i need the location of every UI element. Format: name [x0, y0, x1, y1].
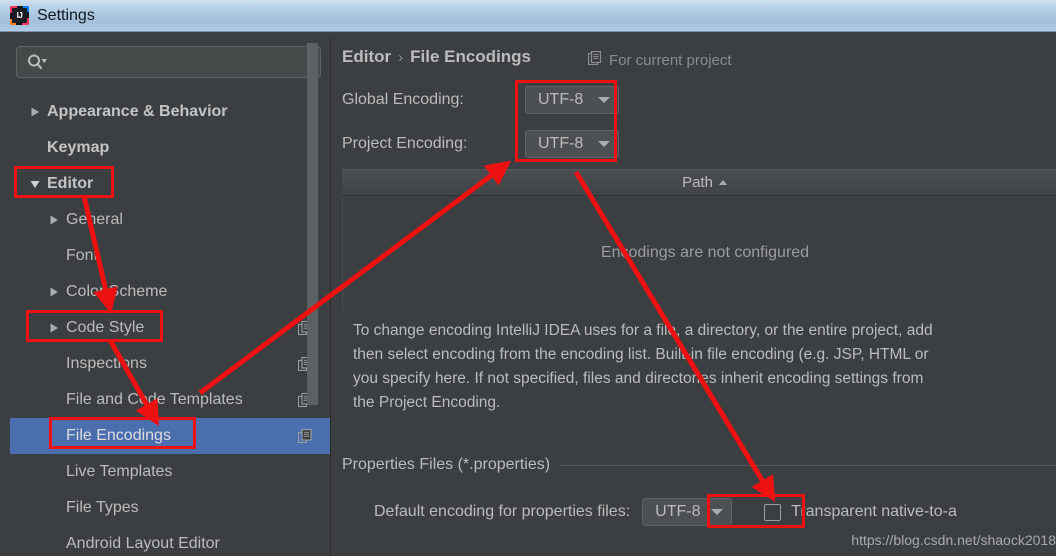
sidebar-item-android-layout-editor[interactable]: Android Layout Editor	[10, 526, 330, 556]
global-encoding-label: Global Encoding:	[342, 91, 464, 108]
table-body[interactable]: Encodings are not configured	[342, 196, 1056, 310]
sidebar-item-code-style[interactable]: Code Style	[10, 310, 330, 346]
search-icon	[26, 53, 48, 71]
table-header-row: Path	[342, 170, 1056, 196]
intellij-idea-icon: IJ	[10, 6, 29, 25]
sidebar-scrollbar-track[interactable]	[307, 38, 324, 500]
sidebar-item-font[interactable]: Font	[10, 238, 330, 274]
sidebar-item-keymap[interactable]: Keymap	[10, 130, 330, 166]
properties-encoding-value: UTF-8	[655, 503, 701, 520]
sidebar-item-editor[interactable]: Editor	[10, 166, 330, 202]
settings-window: IJ Settings Appearance & Behavior Keymap E…	[0, 0, 1056, 556]
properties-group-title: Properties Files (*.properties)	[342, 456, 551, 473]
sidebar-item-label: File Types	[66, 499, 139, 516]
properties-encoding-label: Default encoding for properties files:	[374, 503, 631, 520]
empty-state-message: Encodings are not configured	[600, 244, 810, 261]
for-current-project-label: For current project	[609, 52, 732, 69]
sidebar-item-label: Keymap	[47, 139, 110, 156]
global-encoding-dropdown[interactable]: UTF-8	[525, 86, 619, 114]
description-line-3: you specify here. If not specified, file…	[353, 370, 924, 387]
settings-sidebar: Appearance & Behavior Keymap Editor General…	[10, 38, 330, 556]
breadcrumb-parent[interactable]: Editor	[342, 47, 391, 67]
sidebar-item-live-templates[interactable]: Live Templates	[10, 454, 330, 490]
sidebar-item-file-and-code-templates[interactable]: File and Code Templates	[10, 382, 330, 418]
sidebar-item-label: Inspections	[66, 355, 147, 372]
sidebar-item-label: Editor	[47, 175, 94, 192]
sort-ascending-icon	[718, 180, 727, 185]
project-encoding-label: Project Encoding:	[342, 135, 468, 152]
global-encoding-row: Global Encoding: UTF-8	[342, 86, 619, 114]
sidebar-item-inspections[interactable]: Inspections	[10, 346, 330, 382]
description-line-4: the Project Encoding.	[353, 394, 501, 411]
copy-scope-icon	[587, 50, 602, 70]
sidebar-item-file-encodings[interactable]: File Encodings	[10, 418, 330, 454]
copy-scope-icon	[297, 428, 312, 444]
properties-encoding-dropdown[interactable]: UTF-8	[642, 498, 733, 526]
search-field[interactable]	[16, 46, 321, 78]
window-title-bar: IJ Settings	[0, 0, 1056, 32]
sidebar-item-file-types[interactable]: File Types	[10, 490, 330, 526]
sidebar-item-label: Font	[66, 247, 99, 264]
description-line-2: then select encoding from the encoding l…	[353, 346, 929, 363]
chevron-down-icon	[711, 509, 724, 515]
sidebar-item-label: Appearance & Behavior	[47, 103, 228, 120]
transparent-native-checkbox-label: Transparent native-to-a	[791, 503, 957, 520]
properties-group-separator: Properties Files (*.properties)	[342, 456, 1056, 474]
search-input[interactable]	[48, 53, 302, 71]
chevron-right-icon[interactable]	[28, 105, 42, 119]
sidebar-item-color-scheme[interactable]: Color Scheme	[10, 274, 330, 310]
properties-encoding-row: Default encoding for properties files: U…	[374, 498, 957, 526]
breadcrumb: Editor › File Encodings	[342, 47, 531, 67]
sidebar-item-label: File Encodings	[66, 427, 171, 444]
breadcrumb-separator: ›	[398, 48, 404, 66]
group-divider-line	[560, 464, 1056, 466]
sidebar-item-label: Android Layout Editor	[66, 535, 220, 552]
app-icon-text: IJ	[12, 8, 27, 23]
sidebar-scrollbar-thumb[interactable]	[307, 43, 318, 405]
project-encoding-value: UTF-8	[538, 135, 584, 152]
transparent-native-checkbox[interactable]	[764, 503, 782, 521]
sidebar-item-label: Live Templates	[66, 463, 173, 480]
settings-tree: Appearance & Behavior Keymap Editor General…	[10, 94, 330, 556]
breadcrumb-current: File Encodings	[410, 47, 532, 66]
chevron-down-icon	[598, 141, 610, 147]
chevron-down-icon	[598, 97, 610, 103]
sidebar-item-label: General	[66, 211, 123, 228]
chevron-right-icon[interactable]	[47, 321, 61, 335]
sidebar-item-label: Code Style	[66, 319, 145, 336]
sidebar-item-label: Color Scheme	[66, 283, 168, 300]
project-encoding-dropdown[interactable]: UTF-8	[525, 130, 619, 158]
for-current-project[interactable]: For current project	[587, 50, 732, 70]
window-title: Settings	[37, 6, 95, 24]
encodings-table: Path Encodings are not configured	[342, 169, 1056, 310]
chevron-right-icon[interactable]	[47, 285, 61, 299]
sidebar-item-general[interactable]: General	[10, 202, 330, 238]
description-line-1: To change encoding IntelliJ IDEA uses fo…	[353, 322, 933, 339]
watermark-url: https://blog.csdn.net/shaock2018	[851, 532, 1056, 548]
description-text: To change encoding IntelliJ IDEA uses fo…	[353, 319, 1056, 415]
sidebar-item-label: File and Code Templates	[66, 391, 243, 408]
file-encodings-panel: Editor › File Encodings For current proj…	[331, 38, 1056, 556]
chevron-right-icon[interactable]	[47, 213, 61, 227]
project-encoding-row: Project Encoding: UTF-8	[342, 130, 619, 158]
global-encoding-value: UTF-8	[538, 91, 584, 108]
sidebar-item-appearance-behavior[interactable]: Appearance & Behavior	[10, 94, 330, 130]
column-header-path[interactable]: Path	[682, 174, 713, 191]
chevron-down-icon[interactable]	[28, 177, 42, 191]
